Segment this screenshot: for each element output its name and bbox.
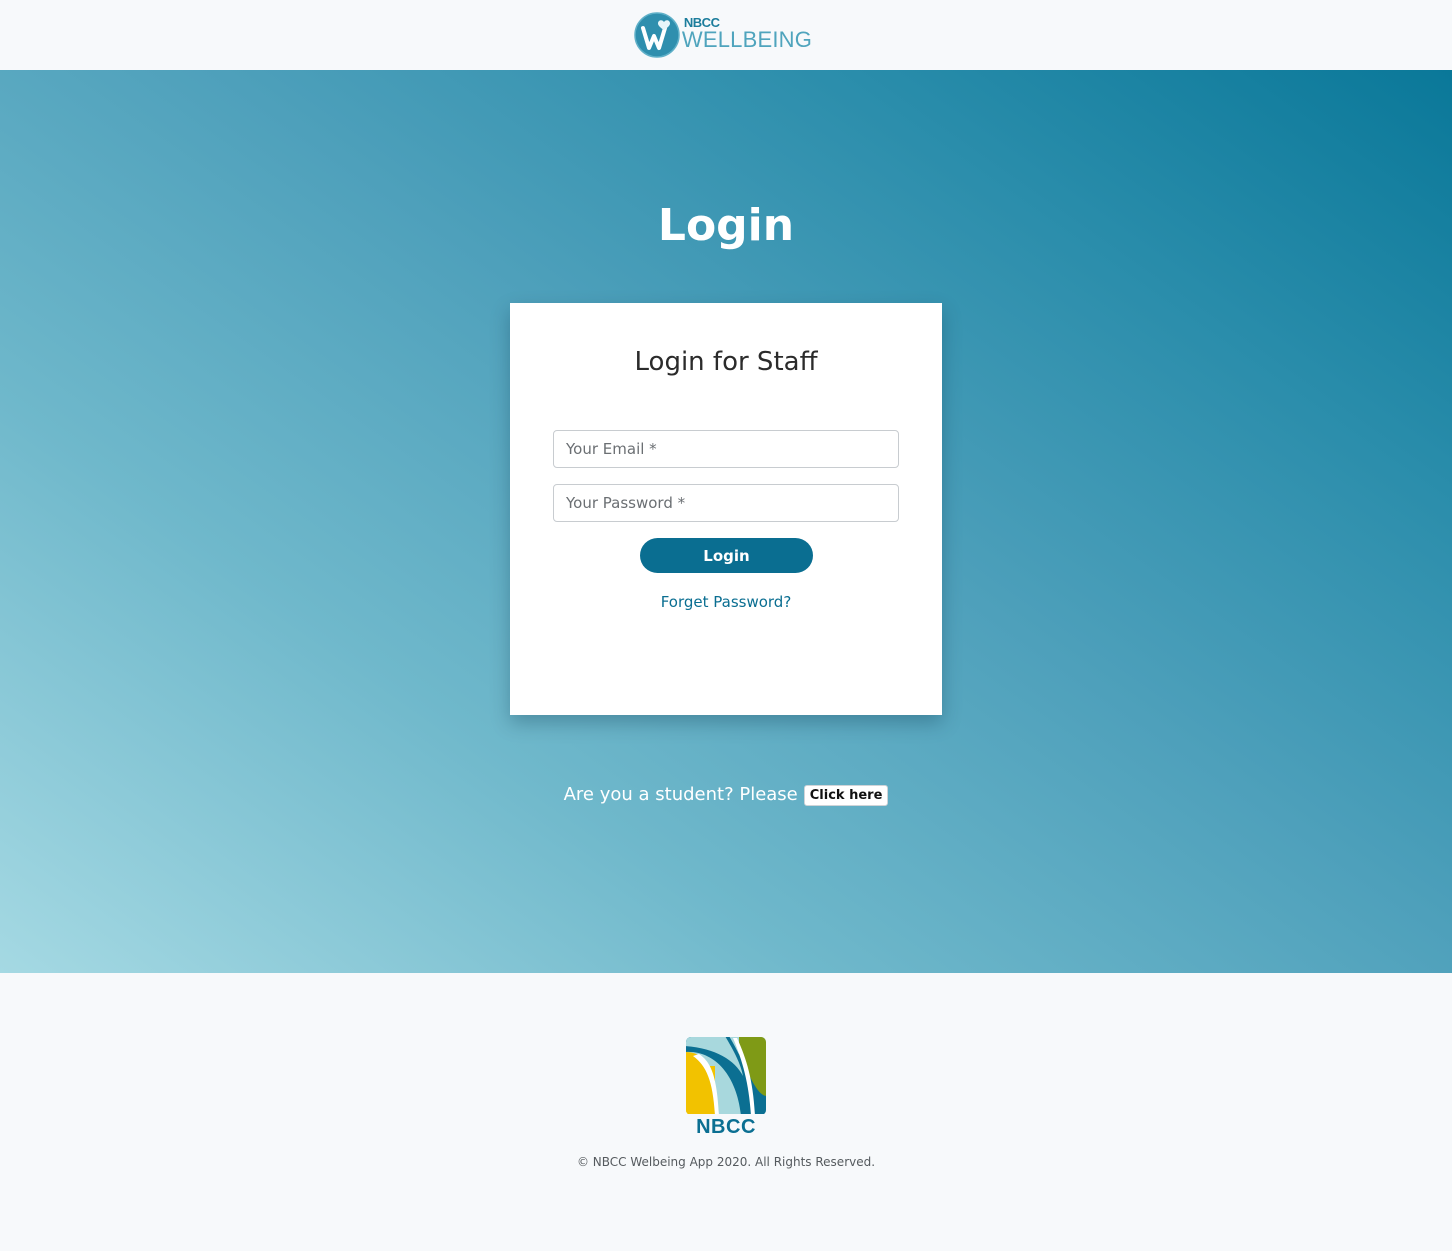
password-field[interactable] xyxy=(553,484,899,522)
forget-password-link[interactable]: Forget Password? xyxy=(510,593,942,611)
top-header: NBCC WELLBEING xyxy=(0,0,1452,70)
login-button[interactable]: Login xyxy=(640,538,813,573)
student-click-here-button[interactable]: Click here xyxy=(803,785,889,806)
copyright-text: © NBCC Welbeing App 2020. All Rights Res… xyxy=(576,1155,876,1169)
page-footer: NBCC © NBCC Welbeing App 2020. All Right… xyxy=(0,973,1452,1251)
hero-section: Login Login for Staff Login Forget Passw… xyxy=(0,70,1452,973)
email-field[interactable] xyxy=(553,430,899,468)
brand-name-bottom: WELLBEING xyxy=(681,26,813,52)
student-prompt-text: Are you a student? Please xyxy=(563,784,798,805)
nbcc-logo-icon xyxy=(686,1037,766,1115)
page-title: Login xyxy=(657,200,795,251)
login-card-title: Login for Staff xyxy=(634,347,818,377)
brand-logo[interactable]: NBCC WELLBEING xyxy=(634,12,812,58)
nbcc-footer-logo: NBCC xyxy=(685,1036,767,1139)
wellbeing-heart-logo-icon xyxy=(634,12,680,58)
footer-logo-text: NBCC xyxy=(696,1116,756,1138)
login-card: Login for Staff Login Forget Password? xyxy=(510,303,942,715)
student-prompt-row: Are you a student? Please Click here xyxy=(0,783,1452,806)
